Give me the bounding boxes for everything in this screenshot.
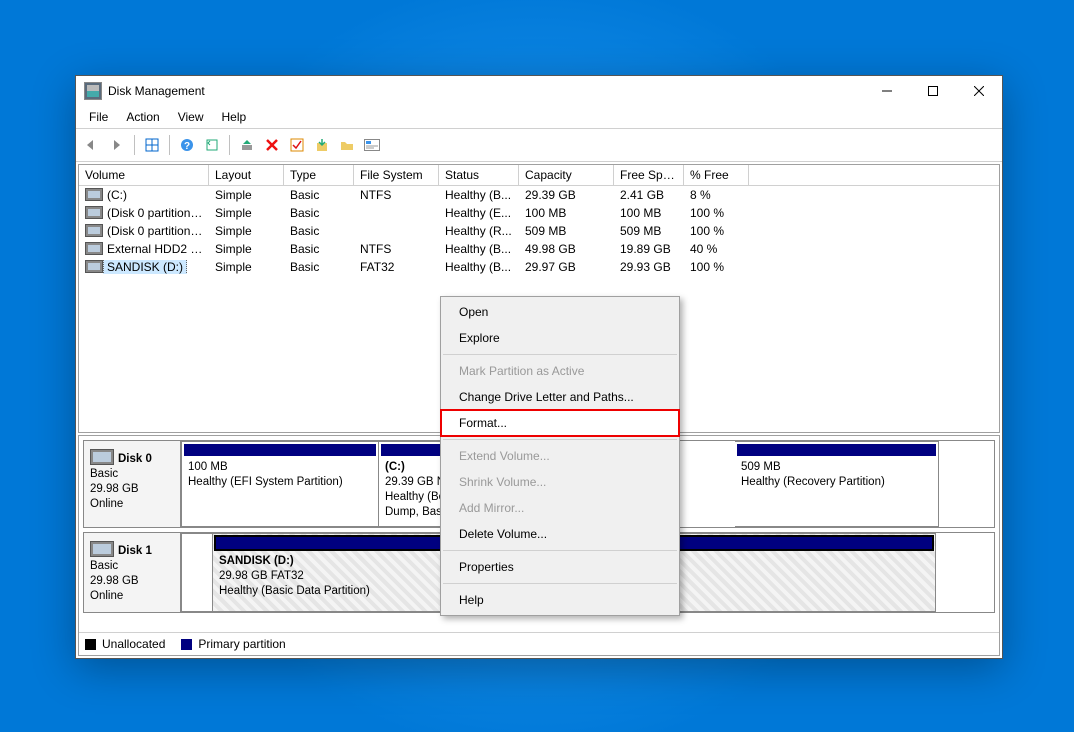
column-header[interactable]: Free Spa... [614,165,684,185]
drive-icon [85,260,103,273]
menu-item-extend-volume: Extend Volume... [441,443,679,469]
eject-icon[interactable] [237,135,257,155]
column-header[interactable]: Volume [79,165,209,185]
grid-icon[interactable] [142,135,162,155]
toolbar: ? [76,129,1002,162]
drive-icon [85,224,103,237]
properties-icon[interactable] [362,135,382,155]
partition[interactable]: 509 MBHealthy (Recovery Partition) [735,441,939,527]
column-header[interactable]: % Free [684,165,749,185]
column-header[interactable]: File System [354,165,439,185]
folder-icon[interactable] [337,135,357,155]
window-title: Disk Management [108,84,205,98]
maximize-button[interactable] [910,76,956,106]
disk-icon [90,449,114,465]
volume-row[interactable]: SANDISK (D:)SimpleBasicFAT32Healthy (B..… [79,258,999,276]
menubar: File Action View Help [76,106,1002,128]
legend-swatch [181,639,192,650]
partition[interactable]: 100 MBHealthy (EFI System Partition) [181,441,379,527]
menu-file[interactable]: File [80,108,117,126]
disk-icon [90,541,114,557]
column-header[interactable]: Type [284,165,354,185]
refresh-icon[interactable] [202,135,222,155]
menu-item-delete-volume[interactable]: Delete Volume... [441,521,679,547]
check-icon[interactable] [287,135,307,155]
back-icon[interactable] [82,135,102,155]
volume-row[interactable]: (C:)SimpleBasicNTFSHealthy (B...29.39 GB… [79,186,999,204]
titlebar[interactable]: Disk Management [76,76,1002,106]
disk-label[interactable]: Disk 1Basic29.98 GBOnline [84,533,181,612]
menu-item-mark-partition-as-active: Mark Partition as Active [441,358,679,384]
menu-action[interactable]: Action [117,108,168,126]
volume-row[interactable]: (Disk 0 partition 4)SimpleBasicHealthy (… [79,222,999,240]
column-header[interactable]: Status [439,165,519,185]
context-menu: OpenExplore Mark Partition as ActiveChang… [440,296,680,616]
close-button[interactable] [956,76,1002,106]
help-icon[interactable]: ? [177,135,197,155]
menu-help[interactable]: Help [213,108,256,126]
menu-item-format[interactable]: Format... [441,410,679,436]
legend: Unallocated Primary partition [79,632,999,655]
menu-item-properties[interactable]: Properties [441,554,679,580]
legend-swatch [85,639,96,650]
menu-item-help[interactable]: Help [441,587,679,613]
legend-label: Primary partition [198,637,285,651]
menu-item-add-mirror: Add Mirror... [441,495,679,521]
menu-item-change-drive-letter-and-paths[interactable]: Change Drive Letter and Paths... [441,384,679,410]
minimize-button[interactable] [864,76,910,106]
legend-label: Unallocated [102,637,165,651]
menu-item-explore[interactable]: Explore [441,325,679,351]
forward-icon[interactable] [107,135,127,155]
delete-icon[interactable] [262,135,282,155]
svg-text:?: ? [184,141,190,152]
column-header[interactable]: Capacity [519,165,614,185]
volume-row[interactable]: (Disk 0 partition 1)SimpleBasicHealthy (… [79,204,999,222]
menu-item-open[interactable]: Open [441,299,679,325]
disk-label[interactable]: Disk 0Basic29.98 GBOnline [84,441,181,527]
drive-icon [85,206,103,219]
menu-item-shrink-volume: Shrink Volume... [441,469,679,495]
drive-icon [85,188,103,201]
volume-row[interactable]: External HDD2 (E:)SimpleBasicNTFSHealthy… [79,240,999,258]
drive-icon [85,242,103,255]
menu-view[interactable]: View [169,108,213,126]
column-header[interactable]: Layout [209,165,284,185]
import-icon[interactable] [312,135,332,155]
app-icon [84,82,102,100]
partition[interactable] [181,533,213,612]
